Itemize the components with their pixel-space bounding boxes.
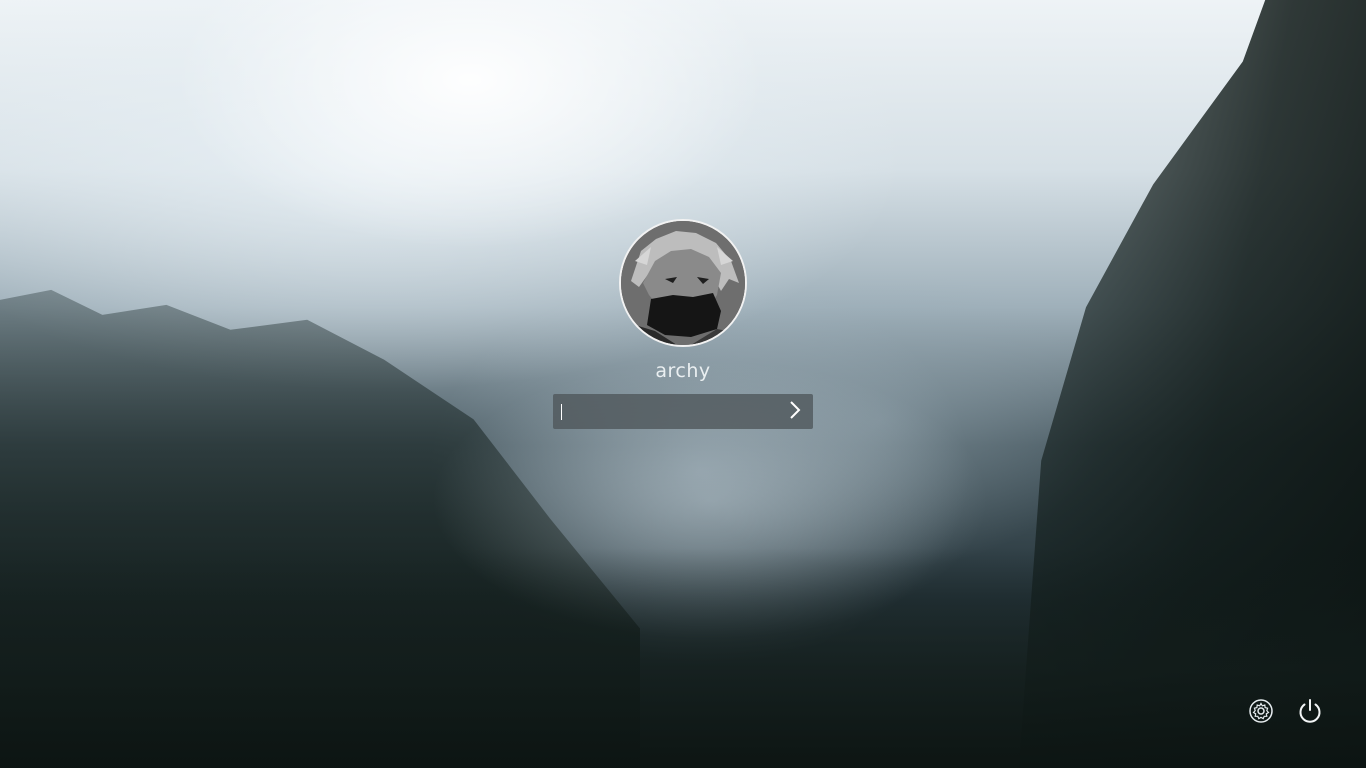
settings-button[interactable]	[1248, 698, 1274, 728]
text-caret	[561, 404, 562, 420]
avatar-image	[621, 221, 745, 345]
password-field-container	[553, 394, 813, 429]
username-label: archy	[655, 360, 711, 382]
password-input[interactable]	[553, 394, 773, 429]
login-screen: archy	[0, 0, 1366, 768]
power-button[interactable]	[1296, 697, 1324, 729]
login-panel: archy	[553, 219, 813, 429]
login-submit-button[interactable]	[777, 394, 813, 429]
forest-background-bottom	[0, 548, 1366, 768]
chevron-right-icon	[788, 400, 802, 424]
user-avatar	[619, 219, 747, 347]
gear-icon	[1248, 698, 1274, 728]
power-icon	[1296, 697, 1324, 729]
